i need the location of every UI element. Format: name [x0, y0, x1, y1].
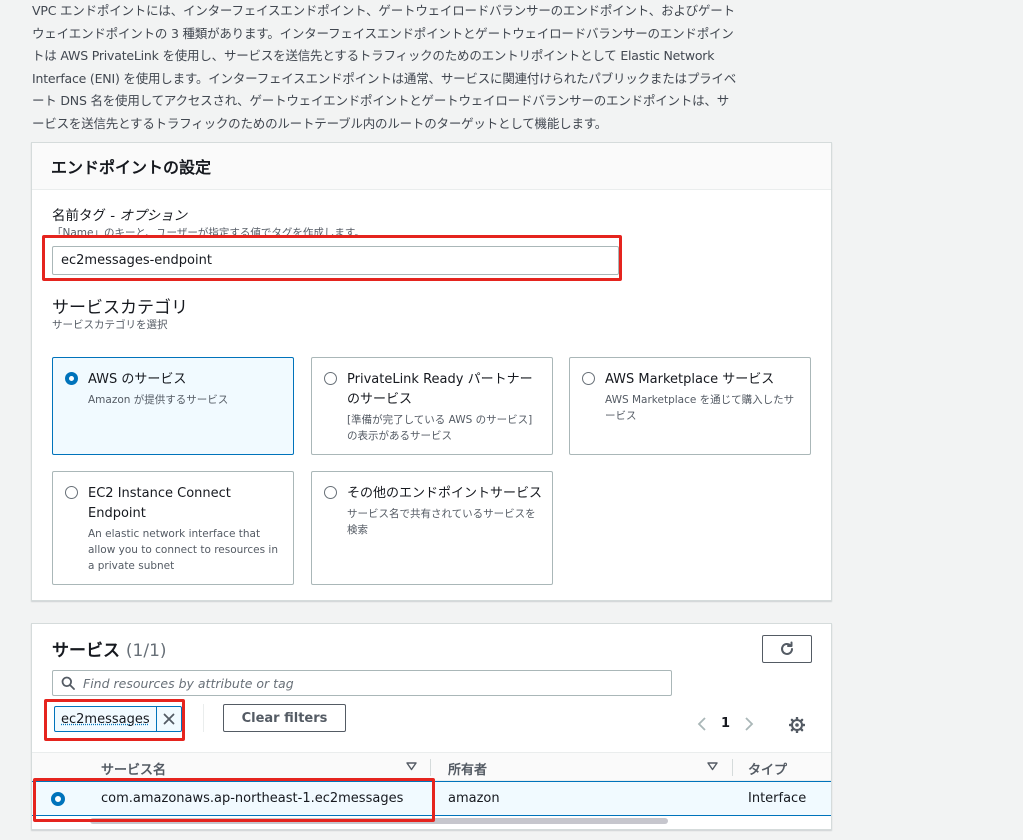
filter-token-text[interactable]: ec2messages [55, 707, 157, 731]
tile-desc: AWS Marketplace を通じて購入したサービス [605, 394, 795, 422]
category-tile-ec2-instance-connect[interactable]: EC2 Instance Connect Endpoint An elastic… [52, 471, 294, 585]
column-separator[interactable] [430, 759, 431, 776]
table-row[interactable]: com.amazonaws.ap-northeast-1.ec2messages… [32, 781, 831, 816]
endpoint-settings-header: エンドポイントの設定 [32, 143, 831, 190]
column-type[interactable]: タイプ [748, 759, 787, 778]
search-input[interactable]: Find resources by attribute or tag [52, 670, 672, 696]
filter-token[interactable]: ec2messages [54, 706, 182, 732]
clear-filters-button[interactable]: Clear filters [223, 704, 346, 732]
tile-title: その他のエンドポイントサービス [347, 486, 543, 501]
tile-desc: Amazon が提供するサービス [88, 394, 229, 406]
cell-service-name: com.amazonaws.ap-northeast-1.ec2messages [101, 791, 404, 806]
column-owner[interactable]: 所有者 [448, 759, 487, 778]
tile-title: PrivateLink Ready パートナーのサービス [347, 372, 533, 407]
category-tile-other-endpoint[interactable]: その他のエンドポイントサービス サービス名で共有されているサービスを検索 [311, 471, 553, 585]
sort-down-icon[interactable] [406, 762, 417, 771]
intro-line: VPC エンドポイントには、インターフェイスエンドポイント、ゲートウェイロードバ… [32, 3, 735, 18]
name-tag-label-text: 名前タグ - [52, 208, 120, 224]
radio-icon[interactable] [582, 372, 595, 385]
refresh-button[interactable] [762, 635, 812, 663]
endpoint-settings-panel: エンドポイントの設定 名前タグ - オプション 「Name」のキーと、ユーザーが… [31, 142, 832, 601]
category-tile-marketplace[interactable]: AWS Marketplace サービス AWS Marketplace を通じ… [569, 357, 811, 455]
tile-title: EC2 Instance Connect Endpoint [88, 486, 231, 521]
chevron-left-icon[interactable] [697, 716, 707, 731]
services-title-text: サービス [52, 641, 120, 661]
search-placeholder: Find resources by attribute or tag [83, 675, 294, 691]
intro-line: ービスを送信先とするトラフィックのためのルートテーブル内のルートのターゲットとし… [32, 115, 608, 131]
services-title: サービス (1/1) [52, 636, 167, 661]
search-icon [61, 676, 75, 690]
radio-selected-icon[interactable] [65, 372, 78, 385]
radio-icon[interactable] [65, 486, 78, 499]
sort-down-icon[interactable] [707, 762, 718, 771]
gear-icon[interactable] [789, 717, 805, 733]
horizontal-scrollbar[interactable] [90, 818, 668, 824]
radio-icon[interactable] [324, 372, 337, 385]
services-table-header: サービス名 所有者 タイプ [32, 752, 831, 781]
current-page[interactable]: 1 [721, 716, 730, 731]
name-tag-label: 名前タグ - オプション [52, 204, 187, 224]
radio-icon[interactable] [324, 486, 337, 499]
intro-paragraph: VPC エンドポイントには、インターフェイスエンドポイント、ゲートウェイロードバ… [32, 0, 832, 135]
intro-line: ウェイエンドポイントの 3 種類があります。インターフェイスエンドポイントとゲー… [32, 25, 734, 41]
tile-title: AWS のサービス [88, 372, 187, 387]
services-panel: サービス (1/1) Find resources by attribute o… [31, 623, 832, 830]
category-tile-privatelink-partner[interactable]: PrivateLink Ready パートナーのサービス [準備が完了している … [311, 357, 553, 455]
row-radio-selected-icon[interactable] [51, 792, 65, 806]
service-category-help: サービスカテゴリを選択 [52, 319, 168, 331]
chevron-right-icon[interactable] [744, 716, 754, 731]
service-category-title: サービスカテゴリ [52, 298, 188, 318]
tile-title: AWS Marketplace サービス [605, 372, 775, 387]
name-tag-input[interactable] [52, 246, 619, 275]
column-separator[interactable] [732, 759, 733, 776]
name-tag-help: 「Name」のキーと、ユーザーが指定する値でタグを作成します。 [52, 227, 365, 239]
tile-desc: An elastic network interface that allow … [88, 528, 278, 572]
filter-divider [203, 704, 204, 732]
close-icon [163, 713, 175, 725]
endpoint-settings-title: エンドポイントの設定 [51, 158, 212, 177]
refresh-icon [781, 641, 793, 655]
cell-type: Interface [748, 791, 807, 806]
pagination: 1 [697, 716, 754, 731]
category-tile-aws-services[interactable]: AWS のサービス Amazon が提供するサービス [52, 357, 294, 455]
intro-line: ート DNS 名を使用してアクセスされ、ゲートウェイエンドポイントとゲートウェイ… [32, 93, 730, 108]
name-tag-optional: オプション [119, 208, 187, 224]
tile-desc: サービス名で共有されているサービスを検索 [347, 508, 536, 536]
tile-desc: [準備が完了している AWS のサービス] の表示があるサービス [347, 414, 533, 442]
intro-line: トは AWS PrivateLink を使用し、サービスを送信先とするトラフィッ… [32, 48, 715, 63]
services-count: (1/1) [125, 641, 167, 661]
intro-line: Interface (ENI) を使用します。インターフェイスエンドポイントは通… [32, 70, 737, 86]
column-service-name[interactable]: サービス名 [101, 759, 166, 778]
cell-owner: amazon [448, 791, 500, 806]
remove-filter-button[interactable] [157, 707, 181, 731]
